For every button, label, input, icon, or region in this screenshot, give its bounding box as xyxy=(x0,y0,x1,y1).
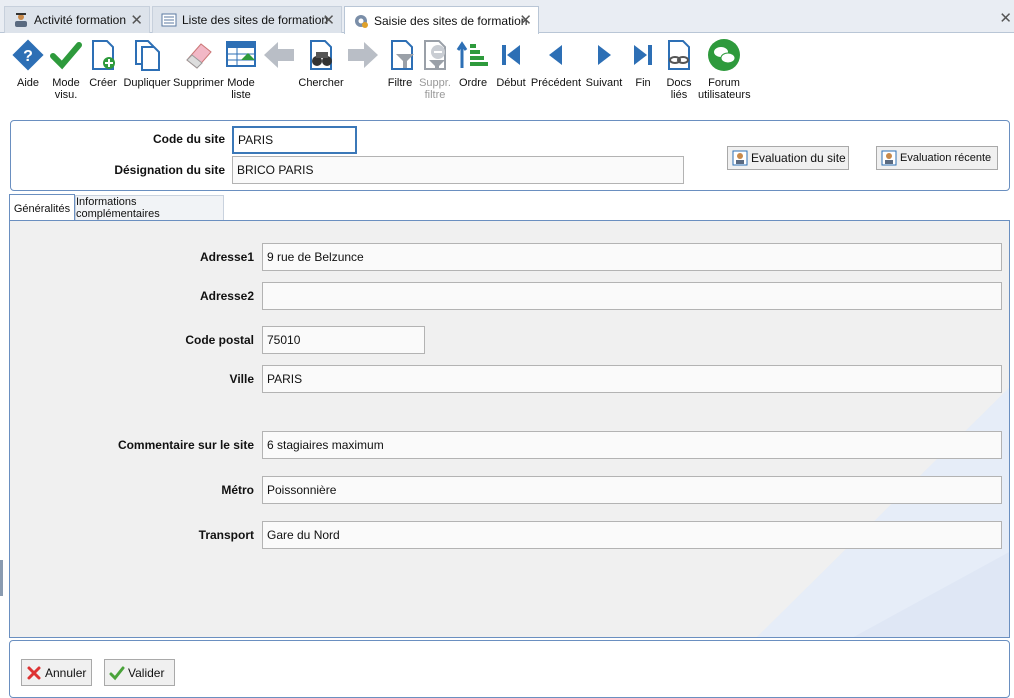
generalites-panel: Adresse1 9 rue de Belzunce Adresse2 Code… xyxy=(9,220,1010,638)
annuler-button[interactable]: Annuler xyxy=(21,659,92,686)
toolbar: ? Aide Mode visu. Créer Dupliquer Suppri… xyxy=(0,34,1014,114)
mode-visu-button[interactable]: Mode visu. xyxy=(48,38,84,101)
close-icon[interactable]: ✕ xyxy=(130,11,143,29)
ville-label: Ville xyxy=(229,372,254,386)
window-edge xyxy=(0,560,3,596)
chercher-button[interactable]: Chercher xyxy=(298,38,344,89)
dupliquer-button[interactable]: Dupliquer xyxy=(122,38,172,89)
code-postal-input[interactable]: 75010 xyxy=(262,326,425,354)
tab-label: Saisie des sites de formation xyxy=(374,13,528,28)
tab-label: Activité formation xyxy=(34,13,127,27)
adresse1-label: Adresse1 xyxy=(199,250,254,264)
transport-input[interactable]: Gare du Nord xyxy=(262,521,1002,549)
adresse2-label: Adresse2 xyxy=(199,289,254,303)
tab-label: Liste des sites de formation xyxy=(182,13,329,27)
arrow-right-icon xyxy=(348,42,378,68)
eraser-icon xyxy=(186,43,212,69)
back-button[interactable] xyxy=(262,38,296,77)
evaluation-icon xyxy=(732,150,748,166)
tab-generalites[interactable]: Généralités xyxy=(9,194,75,222)
graduation-icon xyxy=(13,12,29,28)
remove-filter-icon xyxy=(424,40,446,70)
forward-button[interactable] xyxy=(346,38,380,77)
svg-text:?: ? xyxy=(23,48,33,65)
metro-input[interactable]: Poissonnière xyxy=(262,476,1002,504)
code-site-input[interactable]: PARIS xyxy=(232,126,357,154)
suivant-button[interactable]: Suivant xyxy=(584,38,624,89)
linked-docs-icon xyxy=(668,40,690,70)
filtre-button[interactable]: Filtre xyxy=(385,38,415,89)
debut-button[interactable]: Début xyxy=(494,38,528,89)
close-icon[interactable]: ✕ xyxy=(322,11,335,29)
aide-button[interactable]: ? Aide xyxy=(10,38,46,89)
evaluation-recente-button[interactable]: Evaluation récente xyxy=(876,146,998,170)
cancel-icon xyxy=(27,666,41,679)
mode-liste-button[interactable]: Mode liste xyxy=(224,38,258,101)
supprimer-button[interactable]: Supprimer xyxy=(173,38,224,89)
close-icon[interactable]: ✕ xyxy=(519,11,532,29)
evaluation-site-button[interactable]: Evaluation du site xyxy=(727,146,849,170)
tab-liste-sites[interactable]: Liste des sites de formation ✕ xyxy=(152,6,342,33)
forum-button[interactable]: Forum utilisateurs xyxy=(698,38,751,101)
fin-button[interactable]: Fin xyxy=(626,38,660,89)
docs-lies-button[interactable]: Docs liés xyxy=(662,38,696,101)
close-all-icon[interactable]: ✕ xyxy=(999,9,1012,27)
document-tab-bar: Activité formation ✕ Liste des sites de … xyxy=(0,0,1014,34)
evaluation-icon xyxy=(881,150,897,166)
last-icon xyxy=(634,45,652,65)
help-icon: ? xyxy=(12,39,44,71)
list-icon xyxy=(161,12,177,28)
valider-button[interactable]: Valider xyxy=(104,659,175,686)
arrow-left-icon xyxy=(264,42,294,68)
commentaire-label: Commentaire sur le site xyxy=(117,438,254,452)
precedent-button[interactable]: Précédent xyxy=(530,38,582,89)
table-icon xyxy=(226,41,256,67)
sort-icon xyxy=(456,41,488,68)
previous-icon xyxy=(549,45,562,65)
checkmark-icon xyxy=(50,42,82,70)
code-site-label: Code du site xyxy=(152,132,225,146)
tab-informations-complementaires[interactable]: Informations complémentaires xyxy=(75,195,224,220)
next-icon xyxy=(598,45,611,65)
new-document-icon xyxy=(92,40,115,70)
suppr-filtre-button[interactable]: Suppr. filtre xyxy=(418,38,452,101)
checkmark-icon xyxy=(109,666,125,680)
binoculars-icon xyxy=(310,40,332,70)
site-header-panel: Code du site PARIS Désignation du site B… xyxy=(10,120,1010,191)
filter-icon xyxy=(391,40,414,70)
tab-saisie-sites[interactable]: Saisie des sites de formation ✕ xyxy=(344,6,539,34)
commentaire-input[interactable]: 6 stagiaires maximum xyxy=(262,431,1002,459)
transport-label: Transport xyxy=(198,528,254,542)
tab-activite-formation[interactable]: Activité formation ✕ xyxy=(4,6,150,33)
designation-site-input[interactable]: BRICO PARIS xyxy=(232,156,684,184)
footer-bar: Annuler Valider xyxy=(9,640,1010,698)
gear-icon xyxy=(353,13,369,29)
designation-site-label: Désignation du site xyxy=(114,163,225,177)
forum-icon xyxy=(708,39,740,71)
adresse1-input[interactable]: 9 rue de Belzunce xyxy=(262,243,1002,271)
duplicate-icon xyxy=(135,40,160,71)
adresse2-input[interactable] xyxy=(262,282,1002,310)
first-icon xyxy=(502,45,520,65)
ville-input[interactable]: PARIS xyxy=(262,365,1002,393)
creer-button[interactable]: Créer xyxy=(86,38,120,89)
metro-label: Métro xyxy=(221,483,254,497)
ordre-button[interactable]: Ordre xyxy=(456,38,490,89)
code-postal-label: Code postal xyxy=(185,333,254,347)
